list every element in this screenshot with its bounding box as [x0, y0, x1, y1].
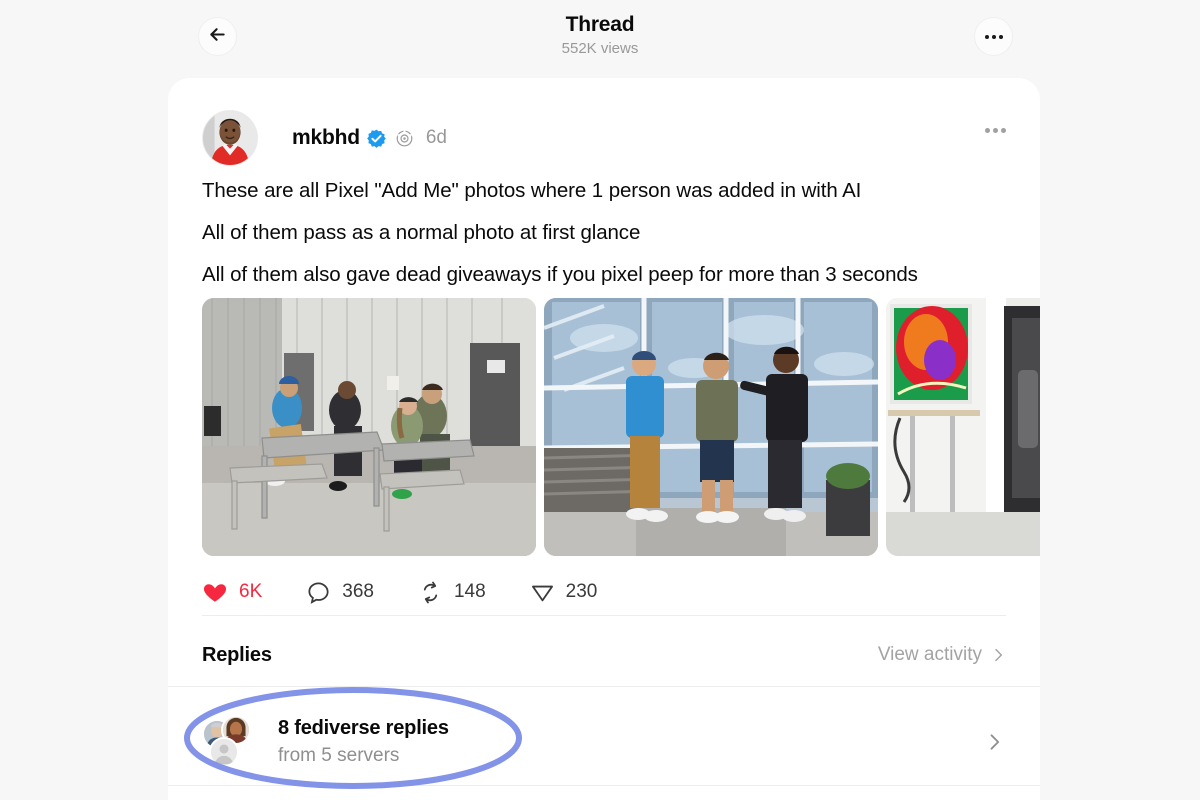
view-count: 552K views	[561, 40, 639, 57]
fediverse-replies-chevron[interactable]	[984, 732, 1004, 757]
verified-badge-icon	[367, 129, 386, 148]
divider	[168, 785, 1040, 786]
replies-header: Replies View activity	[202, 635, 1006, 675]
repost-icon	[418, 580, 443, 605]
like-button[interactable]: 6K	[202, 579, 262, 605]
post-header: mkbhd 6d	[202, 108, 447, 168]
media-image-3[interactable]	[886, 298, 1040, 556]
threads-thread-screen: Thread 552K views mkbhd 6d These are all…	[0, 0, 1200, 800]
fediverse-replies-title: 8 fediverse replies	[278, 717, 449, 739]
view-activity-link[interactable]: View activity	[878, 644, 1006, 666]
share-count: 230	[565, 581, 598, 602]
heart-icon	[202, 579, 228, 605]
fediverse-replies-row[interactable]: 8 fediverse replies from 5 servers	[168, 698, 1040, 786]
fediverse-avatar-stack	[202, 715, 260, 769]
page-title: Thread	[565, 13, 635, 36]
repost-count: 148	[453, 581, 486, 602]
post-text-line: All of them pass as a normal photo at fi…	[202, 221, 641, 244]
like-count: 6K	[239, 581, 263, 602]
media-image-1[interactable]	[202, 298, 536, 556]
divider	[168, 686, 1040, 687]
post-text: These are all Pixel "Add Me" photos wher…	[202, 178, 1002, 304]
share-icon	[530, 580, 555, 605]
divider	[202, 615, 1006, 616]
comment-icon	[306, 580, 331, 605]
top-navigation-bar: Thread 552K views	[0, 0, 1200, 72]
post-more-options-button[interactable]	[985, 128, 1006, 133]
comment-button[interactable]: 368	[306, 580, 374, 605]
media-image-2[interactable]	[544, 298, 878, 556]
reply-avatar-placeholder	[209, 737, 239, 767]
more-horizontal-icon	[984, 34, 1003, 39]
post-timestamp: 6d	[425, 127, 447, 148]
fediverse-icon	[395, 129, 414, 148]
post-username[interactable]: mkbhd	[292, 126, 360, 150]
fediverse-replies-subtitle: from 5 servers	[278, 745, 400, 766]
share-button[interactable]: 230	[530, 580, 598, 605]
media-carousel[interactable]	[202, 298, 1040, 556]
arrow-left-icon	[207, 24, 228, 50]
view-activity-label: View activity	[877, 644, 982, 665]
replies-title: Replies	[202, 643, 272, 666]
nav-title-group: Thread 552K views	[0, 12, 1200, 59]
more-options-button[interactable]	[974, 17, 1013, 56]
repost-button[interactable]: 148	[418, 580, 486, 605]
chevron-right-icon	[984, 734, 1004, 756]
post-text-line: All of them also gave dead giveaways if …	[202, 263, 918, 286]
comment-count: 368	[342, 581, 374, 602]
post-action-bar: 6K 368 148 230	[202, 574, 597, 610]
back-button[interactable]	[198, 17, 237, 56]
chevron-right-icon	[982, 647, 1006, 663]
fediverse-replies-text: 8 fediverse replies from 5 servers	[278, 715, 449, 769]
post-text-line: These are all Pixel "Add Me" photos wher…	[202, 179, 862, 202]
more-horizontal-icon	[985, 128, 1006, 133]
avatar[interactable]	[202, 110, 258, 166]
thread-post-card: mkbhd 6d These are all Pixel "Add Me" ph…	[168, 78, 1040, 800]
